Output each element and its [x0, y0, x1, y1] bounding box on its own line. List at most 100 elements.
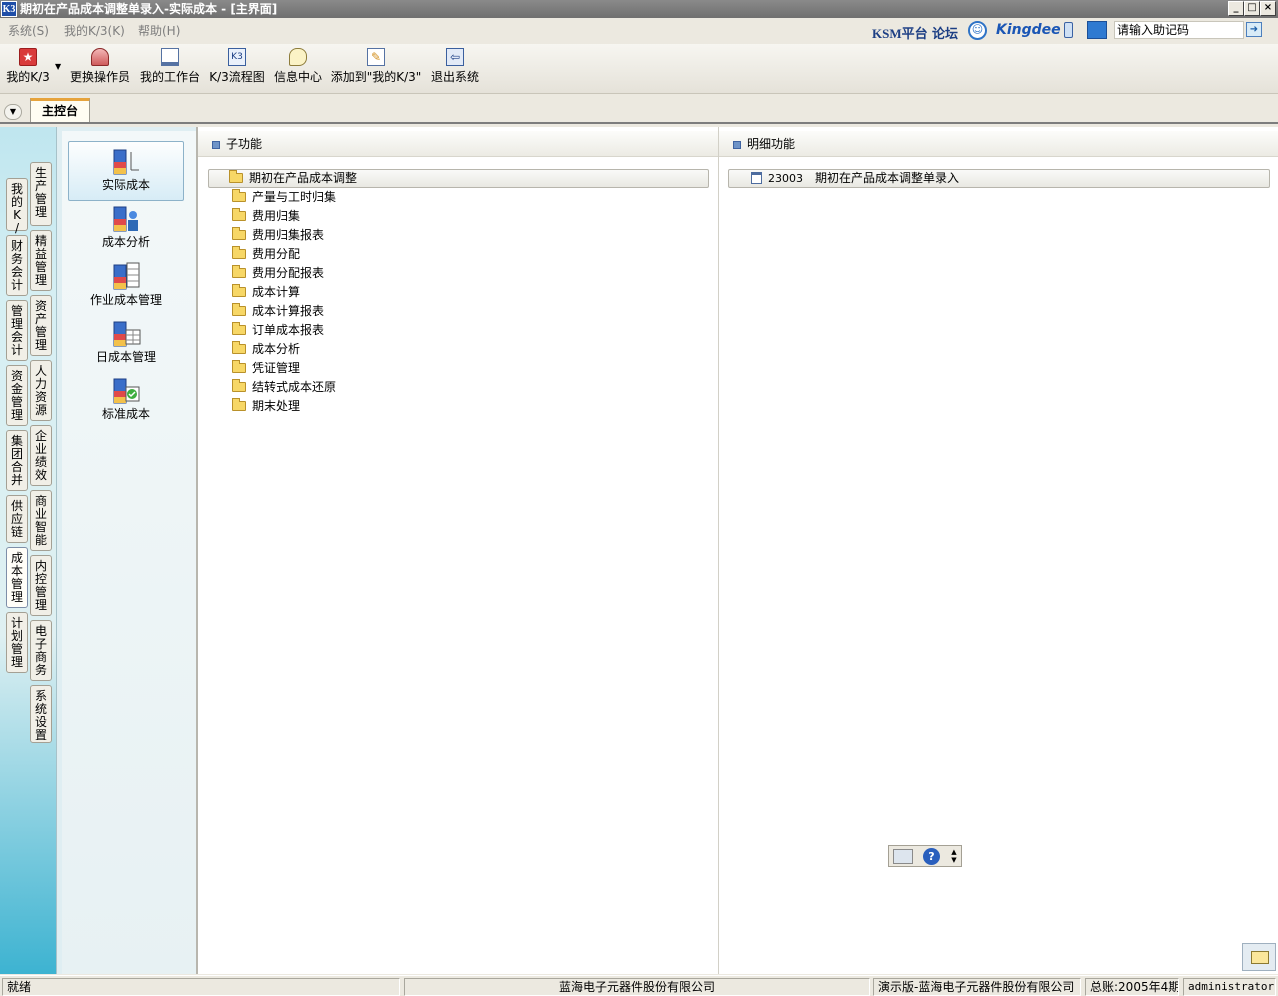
- menu-my-k3[interactable]: 我的K/3(K): [64, 22, 125, 39]
- vtab-col2-3[interactable]: 人力资源: [30, 360, 52, 421]
- vtab-0[interactable]: 我的K/3: [6, 178, 28, 248]
- toolbar-label: 退出系统: [430, 70, 479, 84]
- workbench-button[interactable]: 我的工作台: [138, 46, 202, 90]
- vtab-col2-2[interactable]: 资产管理: [30, 295, 52, 356]
- go-arrow-icon[interactable]: ➜: [1246, 22, 1262, 37]
- add-favorite-icon: ✎: [367, 48, 385, 66]
- message-center-button[interactable]: 信息中心: [272, 46, 324, 90]
- vtab-6[interactable]: 成本管理: [6, 547, 28, 608]
- vtab-col2-8[interactable]: 系统设置: [30, 685, 52, 743]
- tree-item-label: 成本计算: [252, 285, 301, 299]
- tree-item-label: 订单成本报表: [252, 323, 325, 337]
- mobile-phone-icon[interactable]: [1064, 22, 1073, 38]
- assistant-icon[interactable]: [893, 849, 913, 864]
- chevron-down-icon[interactable]: ▼: [4, 104, 22, 120]
- tree-root-item[interactable]: 期初在产品成本调整: [208, 169, 709, 188]
- folder-icon: [232, 246, 246, 259]
- tree-item[interactable]: 费用归集报表: [232, 226, 324, 244]
- toolbar-options-icon[interactable]: ▲ ▼: [949, 848, 959, 865]
- dropdown-arrow-icon[interactable]: ▼: [55, 62, 61, 71]
- my-k3-button[interactable]: ★ 我的K/3: [4, 46, 52, 90]
- vtab-col2-5[interactable]: 商业智能: [30, 490, 52, 551]
- header-square-icon: [212, 141, 220, 149]
- exit-system-button[interactable]: ⇦ 退出系统: [428, 46, 482, 90]
- tree-item[interactable]: 产量与工时归集: [232, 188, 336, 206]
- tree-item[interactable]: 期末处理: [232, 397, 300, 415]
- tree-item-label: 费用分配: [252, 247, 301, 261]
- vtab-col2-4[interactable]: 企业绩效: [30, 425, 52, 486]
- vtab-4[interactable]: 集团合并: [6, 430, 28, 491]
- vtab-1[interactable]: 财务会计: [6, 235, 28, 296]
- ksm-platform-link[interactable]: KSM平台: [872, 23, 928, 42]
- vtab-col2-0[interactable]: 生产管理: [30, 162, 52, 226]
- tree-item[interactable]: 费用分配: [232, 245, 300, 263]
- status-edition: 演示版-蓝海电子元器件股份有限公司: [873, 978, 1081, 996]
- folder-icon: [232, 379, 246, 392]
- helper-icon[interactable]: [1087, 21, 1107, 39]
- folder-icon: [232, 322, 246, 335]
- vtab-char: 理: [10, 655, 23, 669]
- detail-function-row[interactable]: 23003 期初在产品成本调整单录入: [728, 169, 1270, 188]
- vtab-7[interactable]: 计划管理: [6, 612, 28, 673]
- vtab-char: 能: [34, 533, 47, 547]
- sub-function-header: 子功能: [198, 131, 718, 157]
- vtab-char: 链: [10, 525, 23, 539]
- menu-help[interactable]: 帮助(H): [138, 22, 180, 39]
- restore-button[interactable]: □: [1244, 1, 1260, 16]
- mail-button[interactable]: [1242, 943, 1276, 971]
- daily-cost-icon: [111, 316, 141, 348]
- actual-cost-icon: [111, 144, 141, 176]
- vtab-char: 效: [34, 468, 47, 482]
- minimize-button[interactable]: _: [1228, 1, 1244, 16]
- star-icon: ★: [19, 48, 37, 66]
- status-period: 总账:2005年4期: [1085, 978, 1179, 996]
- tree-item[interactable]: 凭证管理: [232, 359, 300, 377]
- tab-strip: ▼ 主控台: [0, 96, 1278, 124]
- add-to-my-k3-button[interactable]: ✎ 添加到"我的K/3": [330, 46, 422, 90]
- activity-cost-icon: [111, 259, 141, 291]
- module-cost-analysis[interactable]: 成本分析: [68, 199, 184, 259]
- module-label: 日成本管理: [95, 350, 156, 364]
- vtab-col2-7[interactable]: 电子商务: [30, 620, 52, 681]
- mnemonic-search-input[interactable]: 请输入助记码: [1114, 21, 1244, 39]
- menu-system[interactable]: 系统(S): [8, 22, 49, 39]
- vtab-char: 务: [34, 663, 47, 677]
- detail-code: 23003: [768, 172, 803, 185]
- vtab-char: 源: [34, 403, 47, 417]
- toolbar-label: 信息中心: [273, 70, 322, 84]
- status-ready: 就绪: [2, 978, 400, 996]
- vtab-char: 理: [34, 338, 47, 352]
- tree-item[interactable]: 费用归集: [232, 207, 300, 225]
- help-icon[interactable]: ?: [923, 848, 940, 865]
- toolbar-label: 我的工作台: [139, 70, 200, 84]
- sub-function-title: 子功能: [226, 137, 263, 151]
- tree-item[interactable]: 成本分析: [232, 340, 300, 358]
- vtab-col2-6[interactable]: 内控管理: [30, 555, 52, 616]
- vtab-char: 理: [10, 590, 23, 604]
- module-label: 成本分析: [101, 235, 150, 249]
- tab-main-console[interactable]: 主控台: [30, 98, 90, 122]
- toolbar-label: 我的K/3: [6, 70, 50, 84]
- tree-item[interactable]: 成本计算: [232, 283, 300, 301]
- smiley-icon[interactable]: ☺: [968, 21, 987, 40]
- module-label: 标准成本: [101, 407, 150, 421]
- module-standard-cost[interactable]: 标准成本: [68, 371, 184, 431]
- vtab-col2-1[interactable]: 精益管理: [30, 230, 52, 291]
- close-button[interactable]: ×: [1260, 1, 1276, 16]
- tree-item[interactable]: 订单成本报表: [232, 321, 324, 339]
- module-activity-cost[interactable]: 作业成本管理: [68, 257, 184, 317]
- module-daily-cost[interactable]: 日成本管理: [68, 314, 184, 374]
- vtab-3[interactable]: 资金管理: [6, 365, 28, 426]
- vtab-char: 置: [34, 728, 47, 742]
- tree-item[interactable]: 费用分配报表: [232, 264, 324, 282]
- tree-item[interactable]: 成本计算报表: [232, 302, 324, 320]
- switch-user-button[interactable]: 更换操作员: [68, 46, 132, 90]
- folder-icon: [232, 341, 246, 354]
- tree-item[interactable]: 结转式成本还原: [232, 378, 336, 396]
- vtab-5[interactable]: 供应链: [6, 495, 28, 543]
- vtab-2[interactable]: 管理会计: [6, 300, 28, 361]
- forum-link[interactable]: 论坛: [932, 23, 958, 42]
- window-title: 期初在产品成本调整单录入-实际成本 - [主界面]: [20, 2, 278, 16]
- flowchart-button[interactable]: K3 K/3流程图: [208, 46, 266, 90]
- module-actual-cost[interactable]: 实际成本: [68, 141, 184, 201]
